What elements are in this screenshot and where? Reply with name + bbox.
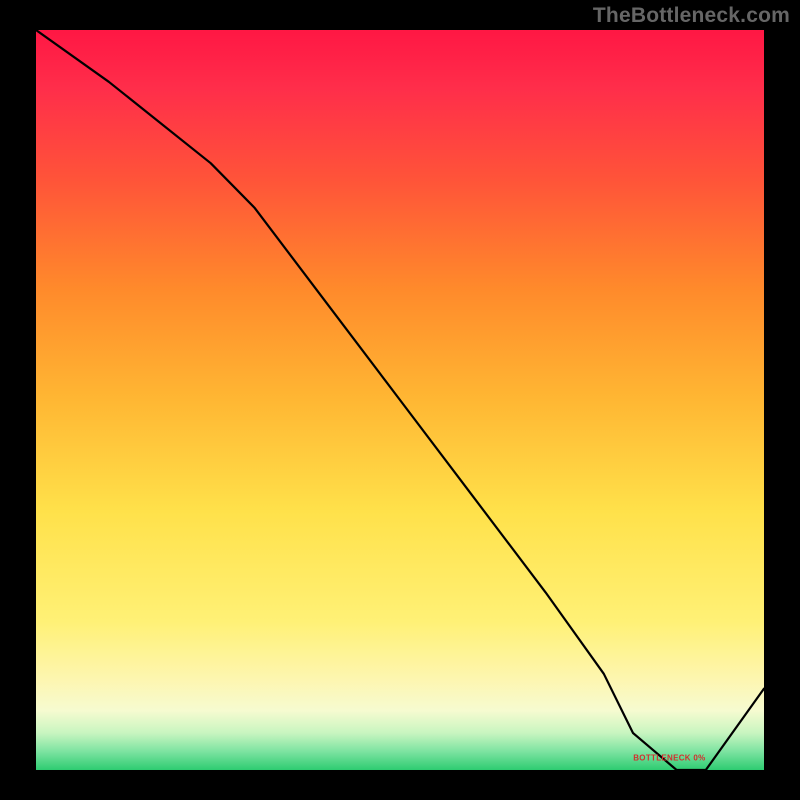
bottleneck-label: BOTTLENECK 0%: [633, 754, 705, 763]
chart-frame: TheBottleneck.com BOTTLENECK 0%: [0, 0, 800, 800]
watermark-text: TheBottleneck.com: [593, 4, 790, 28]
plot-area: BOTTLENECK 0%: [36, 30, 764, 770]
chart-svg: BOTTLENECK 0%: [36, 30, 764, 770]
